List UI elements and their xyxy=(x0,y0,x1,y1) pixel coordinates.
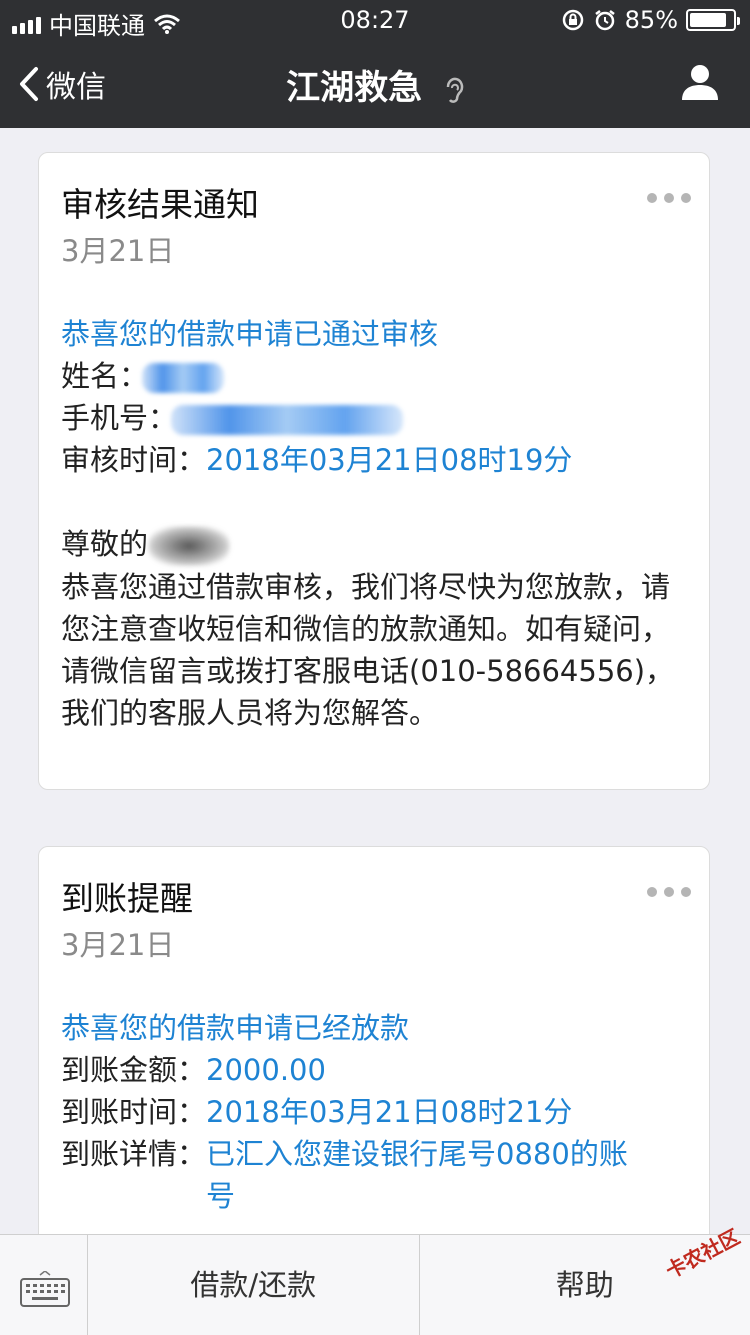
review-result-card[interactable]: 审核结果通知 3月21日 恭喜您的借款申请已通过审核 姓名： 手机号： 审核时间… xyxy=(38,152,710,790)
redacted-greeting-name xyxy=(148,526,230,566)
menu-item-loan-repay[interactable]: 借款/还款 xyxy=(88,1235,419,1335)
amount-value: 2000.00 xyxy=(206,1053,326,1087)
greeting-row: 尊敬的 xyxy=(61,523,687,566)
card-title: 审核结果通知 xyxy=(61,181,687,229)
profile-button[interactable] xyxy=(680,62,720,106)
phone-label: 手机号： xyxy=(61,401,177,435)
battery-level xyxy=(690,13,726,27)
card-body: 恭喜您通过借款审核，我们将尽快为您放款，请您注意查收短信和微信的放款通知。如有疑… xyxy=(61,566,687,734)
card-date: 3月21日 xyxy=(61,925,687,965)
arrival-detail-row: 到账详情： 已汇入您建设银行尾号0880的账号 xyxy=(61,1133,687,1217)
name-label: 姓名： xyxy=(61,359,148,393)
amount-label: 到账金额： xyxy=(61,1053,206,1087)
review-time-label: 审核时间： xyxy=(61,443,206,477)
more-dots-icon[interactable] xyxy=(647,887,691,897)
arrival-time-value: 2018年03月21日08时21分 xyxy=(206,1095,572,1129)
redacted-phone xyxy=(171,405,403,435)
status-bar: 中国联通 08:27 85% xyxy=(0,0,750,40)
nav-bar: 微信 江湖救急 xyxy=(0,40,750,128)
more-dots-icon[interactable] xyxy=(647,193,691,203)
amount-row: 到账金额：2000.00 xyxy=(61,1049,687,1091)
card-headline: 恭喜您的借款申请已通过审核 xyxy=(61,313,687,355)
redacted-name xyxy=(142,363,224,393)
person-icon xyxy=(680,62,720,102)
battery-icon xyxy=(686,9,736,31)
status-right: 85% xyxy=(561,6,736,34)
arrival-detail-value: 已汇入您建设银行尾号0880的账号 xyxy=(206,1133,656,1217)
review-time-value: 2018年03月21日08时19分 xyxy=(206,443,572,477)
alarm-icon xyxy=(593,8,617,32)
arrival-time-row: 到账时间：2018年03月21日08时21分 xyxy=(61,1091,687,1133)
keyboard-toggle-button[interactable] xyxy=(0,1235,88,1335)
phone-row: 手机号： xyxy=(61,397,687,439)
page-title-text: 江湖救急 xyxy=(286,68,422,108)
card-headline: 恭喜您的借款申请已经放款 xyxy=(61,1007,687,1049)
greeting-text: 尊敬的 xyxy=(61,527,148,561)
card-date: 3月21日 xyxy=(61,231,687,271)
arrival-reminder-card[interactable]: 到账提醒 3月21日 恭喜您的借款申请已经放款 到账金额：2000.00 到账时… xyxy=(38,846,710,1266)
page-title: 江湖救急 xyxy=(0,60,750,109)
keyboard-icon xyxy=(20,1271,70,1307)
card-title: 到账提醒 xyxy=(61,875,687,923)
name-row: 姓名： xyxy=(61,355,687,397)
rotation-lock-icon xyxy=(561,8,585,32)
bottom-menu: 借款/还款 帮助 xyxy=(0,1234,750,1335)
battery-percent: 85% xyxy=(625,6,678,34)
arrival-time-label: 到账时间： xyxy=(61,1095,206,1129)
ear-icon xyxy=(444,75,464,105)
review-time-row: 审核时间：2018年03月21日08时19分 xyxy=(61,439,687,481)
arrival-detail-label: 到账详情： xyxy=(61,1133,206,1217)
